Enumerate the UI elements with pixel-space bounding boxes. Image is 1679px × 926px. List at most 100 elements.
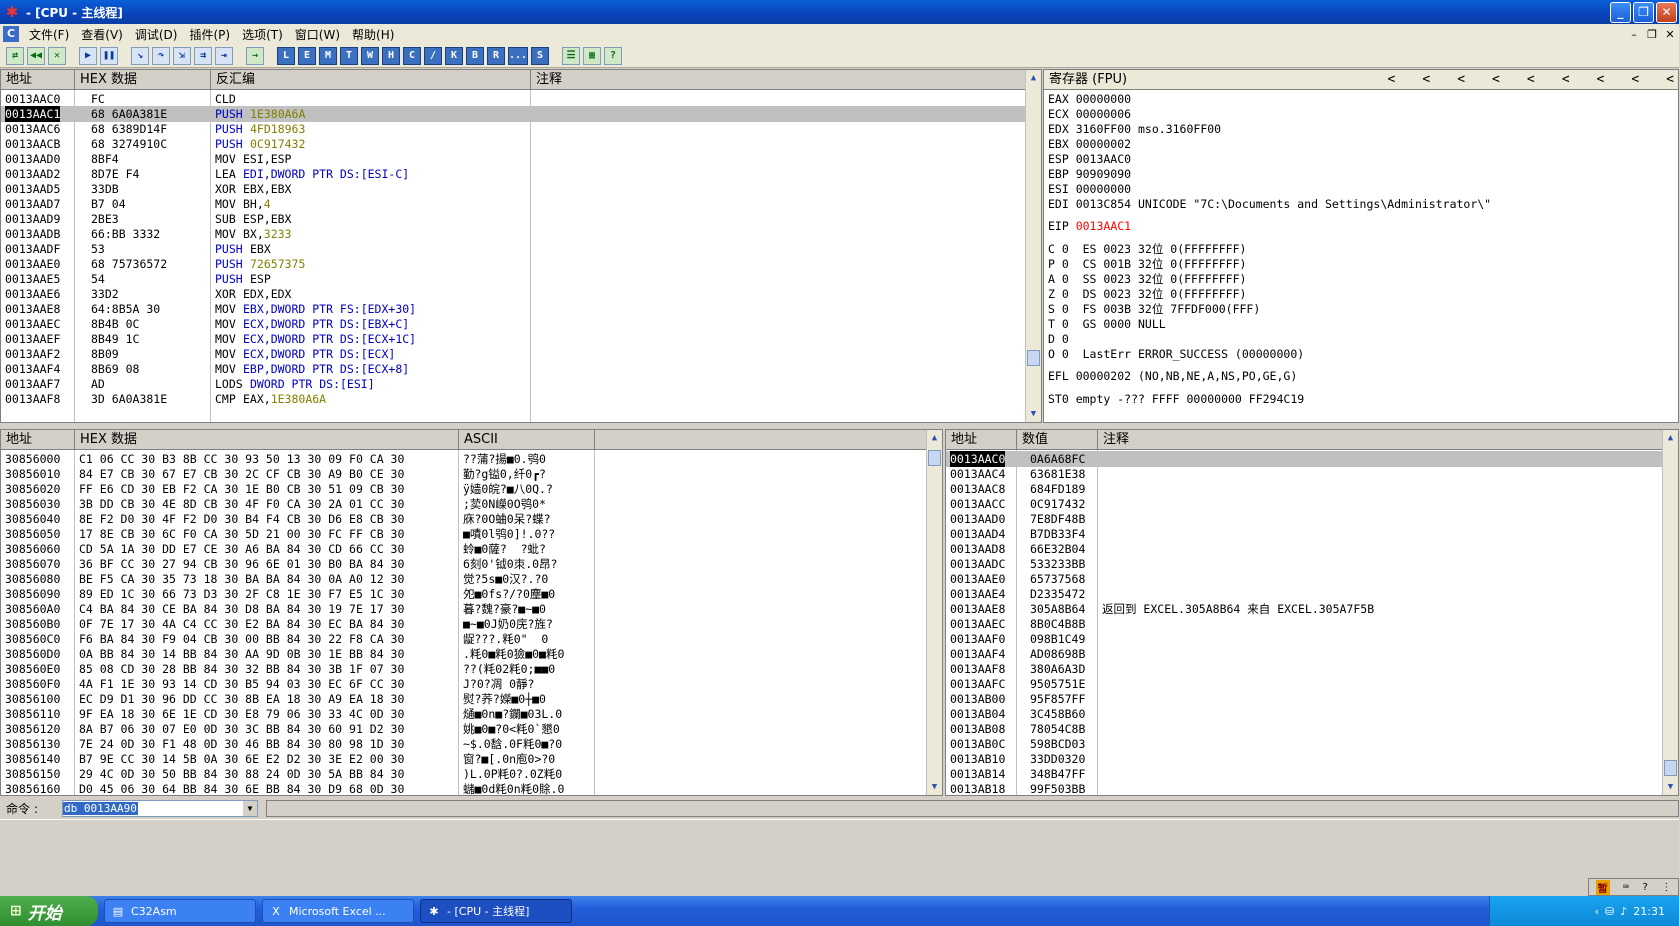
mdi-close-button[interactable]: ✕ (1661, 28, 1679, 41)
mdi-restore-button[interactable]: ❐ (1643, 28, 1661, 41)
menu-file[interactable]: 文件(F) (23, 26, 75, 43)
help-icon[interactable]: ? (604, 46, 623, 65)
dump-row[interactable]: 30856130 7E 24 0D 30 F1 48 0D 30 46 BB 84… (1, 736, 927, 752)
task-c32asm[interactable]: ▤ C32Asm (104, 899, 256, 923)
dump-col-ascii[interactable]: ASCII (459, 430, 595, 450)
dump-row[interactable]: 30856020 FF E6 CD 30 EB F2 CA 30 1E B0 CB… (1, 481, 927, 497)
trace-into-icon[interactable]: ⇲ (173, 46, 191, 65)
chevron-left-icon[interactable]: < (1562, 70, 1570, 90)
dump-row[interactable]: 30856160 D0 45 06 30 64 BB 84 30 6E BB 84… (1, 781, 927, 795)
dump-row[interactable]: 30856010 84 E7 CB 30 67 E7 CB 30 2C CF CB… (1, 466, 927, 482)
close-button[interactable]: ✕ (1656, 1, 1677, 23)
col-address[interactable]: 地址 (1, 70, 75, 90)
command-value[interactable]: db 0013AA90 (63, 801, 138, 815)
maximize-button[interactable]: ❐ (1633, 1, 1654, 23)
disasm-row[interactable]: 0013AAC0 FC CLD (1, 91, 1026, 107)
clock[interactable]: 21:31 (1633, 905, 1665, 918)
stack-row[interactable]: 0013AAD8 66E32B04 (946, 541, 1663, 557)
chevron-left-icon[interactable]: < (1527, 70, 1535, 90)
mdi-minimize-button[interactable]: – (1625, 28, 1643, 41)
dump-row[interactable]: 308560E0 85 08 CD 30 28 BB 84 30 32 BB 84… (1, 661, 927, 677)
ime-toolbar[interactable]: 暂 ⌨ ? ⋮ (1588, 878, 1679, 896)
stack-col-address[interactable]: 地址 (946, 430, 1017, 450)
disasm-row[interactable]: 0013AAE6 33D2 XOR EDX,EDX (1, 286, 1026, 302)
keyboard-icon[interactable]: ⌨ (1623, 882, 1629, 893)
disasm-row[interactable]: 0013AAD2 8D7E F4 LEA EDI,DWORD PTR DS:[ESI-… (1, 166, 1026, 182)
dump-row[interactable]: 308560F0 4A F1 1E 30 93 14 CD 30 B5 94 03… (1, 676, 927, 692)
execute-till-return-icon[interactable]: ⇥ (215, 46, 233, 65)
stack-row[interactable]: 0013AAF4 AD08698B (946, 646, 1663, 662)
app-menu-icon[interactable]: C (3, 26, 19, 42)
flag-line[interactable]: T 0 GS 0000 NULL (1048, 317, 1166, 332)
restart-icon[interactable]: ◀◀ (27, 46, 45, 65)
chevron-left-icon[interactable]: < (1597, 70, 1605, 90)
dump-row[interactable]: 30856070 36 BF CC 30 27 94 CB 30 96 6E 01… (1, 556, 927, 572)
stack-row[interactable]: 0013AACC 0C917432 (946, 496, 1663, 512)
disasm-row[interactable]: 0013AAF2 8B09 MOV ECX,DWORD PTR DS:[ECX] (1, 346, 1026, 362)
toolbar-dots-button[interactable]: ... (508, 46, 529, 65)
start-button[interactable]: ⊞ 开始 (0, 896, 98, 926)
disasm-row[interactable]: 0013AAF8 3D 6A0A381E CMP EAX,1E380A6A (1, 391, 1026, 407)
menu-debug[interactable]: 调试(D) (129, 26, 184, 43)
scroll-thumb[interactable] (928, 450, 941, 466)
dump-row[interactable]: 30856060 CD 5A 1A 30 DD E7 CE 30 A6 BA 84… (1, 541, 927, 557)
toolbar-t-button[interactable]: T (340, 46, 358, 65)
toolbar-m-button[interactable]: M (319, 46, 337, 65)
disasm-row[interactable]: 0013AAD5 33DB XOR EBX,EBX (1, 181, 1026, 197)
task-excel[interactable]: X Microsoft Excel ... (262, 899, 414, 923)
dump-row[interactable]: 30856080 BE F5 CA 30 35 73 18 30 BA BA 84… (1, 571, 927, 587)
task-cpu[interactable]: ✱ - [CPU - 主线程] (420, 899, 572, 923)
col-disasm[interactable]: 反汇编 (211, 70, 531, 90)
disasm-row[interactable]: 0013AAD0 8BF4 MOV ESI,ESP (1, 151, 1026, 167)
registers-pane[interactable]: 寄存器 (FPU) < < < < < < < < < EAX 00000000 ECX 0000… (1043, 69, 1679, 423)
flag-line[interactable]: A 0 SS 0023 32位 0(FFFFFFFF) (1048, 272, 1246, 287)
stack-row[interactable]: 0013AAE4 D2335472 (946, 586, 1663, 602)
stack-row[interactable]: 0013AAEC 8B0C4B8B (946, 616, 1663, 632)
disasm-row[interactable]: 0013AAF7 AD LODS DWORD PTR DS:[ESI] (1, 376, 1026, 392)
disasm-row[interactable]: 0013AAC6 68 6389D14F PUSH 4FD18963 (1, 121, 1026, 137)
stack-row[interactable]: 0013AB10 33DD0320 (946, 751, 1663, 767)
dump-row[interactable]: 308560B0 0F 7E 17 30 4A C4 CC 30 E2 BA 84… (1, 616, 927, 632)
menu-options[interactable]: 选项(T) (236, 26, 289, 43)
disasm-row[interactable]: 0013AAC1 68 6A0A381E PUSH 1E380A6A (1, 106, 1026, 122)
stack-col-comment[interactable]: 注释 (1098, 430, 1663, 450)
stack-row[interactable]: 0013AADC 533233BB (946, 556, 1663, 572)
flag-line[interactable]: C 0 ES 0023 32位 0(FFFFFFFF) (1048, 242, 1246, 257)
register-line[interactable]: ESP 0013AAC0 (1048, 152, 1131, 167)
chevron-left-icon[interactable]: < (1422, 70, 1430, 90)
stack-row[interactable]: 0013AAFC 9505751E (946, 676, 1663, 692)
stack-scrollbar[interactable]: ▲ ▼ (1662, 430, 1678, 795)
scroll-up-icon[interactable]: ▲ (1663, 430, 1678, 446)
register-line[interactable]: EBX 00000002 (1048, 137, 1131, 152)
dump-row[interactable]: 308560D0 0A BB 84 30 14 BB 84 30 AA 9D 0B… (1, 646, 927, 662)
stack-row[interactable]: 0013AAE0 65737568 (946, 571, 1663, 587)
chevron-left-icon[interactable]: < (1631, 70, 1639, 90)
flag-line[interactable]: O 0 LastErr ERROR_SUCCESS (00000000) (1048, 347, 1304, 362)
disasm-row[interactable]: 0013AADF 53 PUSH EBX (1, 241, 1026, 257)
disasm-row[interactable]: 0013AAEC 8B4B 0C MOV ECX,DWORD PTR DS:[EBX+… (1, 316, 1026, 332)
dump-row[interactable]: 30856100 EC D9 D1 30 96 DD CC 30 8B EA 18… (1, 691, 927, 707)
stack-row[interactable]: 0013AAE8 305A8B64 返回到 EXCEL.305A8B64 来自 EX… (946, 601, 1663, 617)
dump-row[interactable]: 30856140 B7 9E CC 30 14 5B 0A 30 6E E2 D2… (1, 751, 927, 767)
stack-row[interactable]: 0013AAC4 63681E38 (946, 466, 1663, 482)
step-over-icon[interactable]: ↷ (152, 46, 170, 65)
menu-help[interactable]: 帮助(H) (346, 26, 400, 43)
dump-row[interactable]: 30856000 C1 06 CC 30 B3 8B CC 30 93 50 13… (1, 451, 927, 467)
dump-row[interactable]: 30856120 8A B7 06 30 07 E0 0D 30 3C BB 84… (1, 721, 927, 737)
grid-icon[interactable]: ▦ (583, 46, 602, 65)
open-icon[interactable]: ⇄ (6, 46, 24, 65)
toolbar-k-button[interactable]: K (445, 46, 463, 65)
chevron-left-icon[interactable]: < (1457, 70, 1465, 90)
disasm-row[interactable]: 0013AAF4 8B69 08 MOV EBP,DWORD PTR DS:[ECX+… (1, 361, 1026, 377)
register-line[interactable]: EDX 3160FF00 mso.3160FF00 (1048, 122, 1221, 137)
close-debug-icon[interactable]: ✕ (48, 46, 66, 65)
disasm-row[interactable]: 0013AAE0 68 75736572 PUSH 72657375 (1, 256, 1026, 272)
register-line[interactable]: ESI 00000000 (1048, 182, 1131, 197)
step-into-icon[interactable]: ↘ (131, 46, 149, 65)
stack-row[interactable]: 0013AB04 3C458B60 (946, 706, 1663, 722)
scroll-up-icon[interactable]: ▲ (1026, 70, 1041, 86)
dump-col-hex[interactable]: HEX 数据 (75, 430, 459, 450)
register-line[interactable]: EBP 90909090 (1048, 167, 1131, 182)
toolbar-l-button[interactable]: L (277, 46, 295, 65)
toolbar-r-button[interactable]: R (487, 46, 505, 65)
